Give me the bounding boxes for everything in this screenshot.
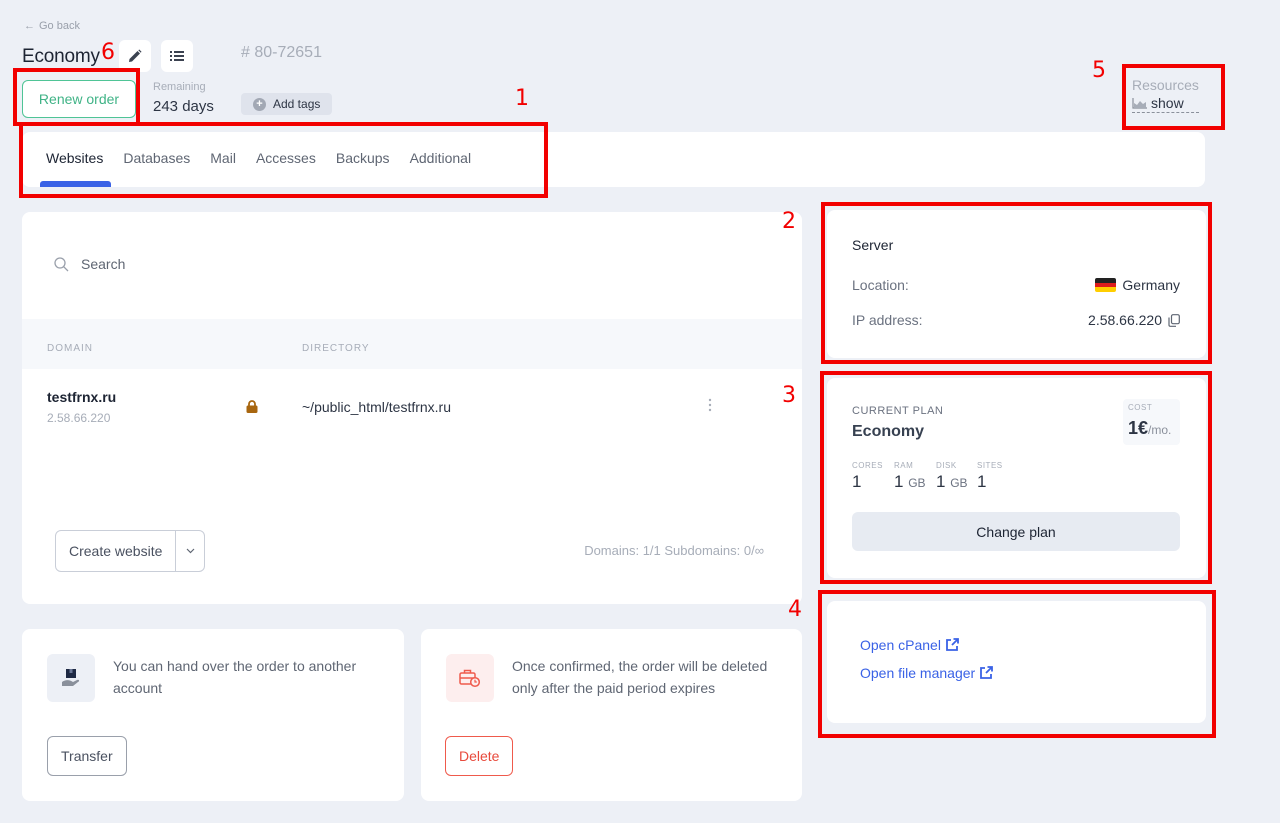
list-view-button[interactable] [161,40,193,72]
search-input[interactable]: Search [54,256,125,272]
annotation-box-1 [19,122,548,198]
transfer-card: You can hand over the order to another a… [22,629,404,801]
hand-box-icon [47,654,95,702]
add-tags-button[interactable]: + Add tags [241,93,333,115]
go-back-label: Go back [39,20,80,32]
transfer-description: You can hand over the order to another a… [113,658,357,696]
briefcase-clock-icon [446,654,494,702]
annotation-box-6 [13,68,140,126]
remaining-label: Remaining [153,81,206,93]
go-back-link[interactable]: ← Go back [24,20,80,32]
annotation-box-4 [818,590,1216,738]
annotation-box-2 [821,202,1212,364]
annotation-number-6: 6 [101,40,115,65]
transfer-button[interactable]: Transfer [47,736,127,776]
domain-ip: 2.58.66.220 [47,411,111,425]
create-website-button[interactable]: Create website [56,531,177,571]
create-website-split-button: Create website [55,530,206,572]
delete-card: Once confirmed, the order will be delete… [421,629,802,801]
list-icon [170,51,184,61]
create-website-dropdown[interactable] [176,531,204,571]
table-header: DOMAIN DIRECTORY [22,319,802,369]
annotation-number-5: 5 [1092,58,1106,83]
add-tags-label: Add tags [273,97,321,111]
column-directory: DIRECTORY [302,343,370,354]
annotation-number-1: 1 [515,86,529,111]
chevron-down-icon [186,548,195,554]
domain-name[interactable]: testfrnx.ru [47,389,116,405]
plus-circle-icon: + [253,97,266,111]
annotation-box-3 [820,371,1212,584]
annotation-box-5 [1122,64,1225,130]
search-icon [54,256,69,271]
remaining-value: 243 days [153,98,214,115]
order-id: # 80-72651 [241,44,322,61]
directory-path: ~/public_html/testfrnx.ru [302,399,452,415]
websites-panel: Search DOMAIN DIRECTORY testfrnx.ru 2.58… [22,212,802,604]
domain-counts: Domains: 1/1 Subdomains: 0/∞ [584,543,764,558]
ssl-lock-icon [246,400,258,418]
kebab-icon [708,398,712,412]
delete-description: Once confirmed, the order will be delete… [512,658,768,696]
column-domain: DOMAIN [47,343,93,354]
row-menu-button[interactable] [708,398,712,417]
annotation-number-4: 4 [788,597,802,622]
arrow-left-icon: ← [24,20,35,32]
annotation-number-2: 2 [782,209,796,234]
search-placeholder: Search [81,256,126,272]
page-title: Economy [22,46,100,67]
delete-button[interactable]: Delete [445,736,514,776]
annotation-number-3: 3 [782,383,796,408]
table-row: testfrnx.ru 2.58.66.220 ~/public_html/te… [22,369,802,449]
pencil-icon [129,49,142,62]
